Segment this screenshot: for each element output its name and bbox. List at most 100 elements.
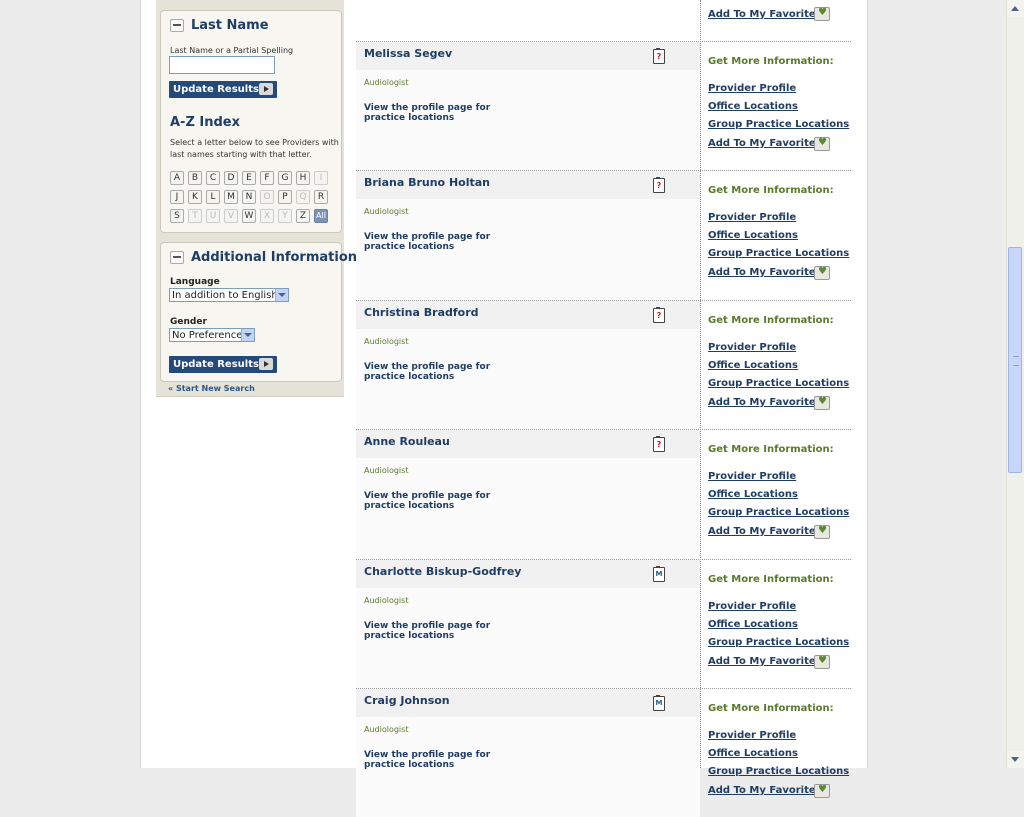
clipboard-question-icon[interactable]: ?: [653, 307, 665, 323]
az-letter-g[interactable]: G: [278, 171, 292, 185]
get-more-info-heading: Get More Information:: [708, 574, 834, 585]
provider-name[interactable]: Charlotte Biskup-Godfrey: [364, 565, 521, 578]
get-more-info-heading: Get More Information:: [708, 56, 834, 67]
clipboard-question-icon[interactable]: ?: [653, 436, 665, 452]
az-letter-c[interactable]: C: [206, 171, 220, 185]
provider-profile-link[interactable]: Provider Profile: [708, 601, 796, 612]
az-letter-e[interactable]: E: [242, 171, 256, 185]
provider-name[interactable]: Briana Bruno Holtan: [364, 176, 490, 189]
add-favorites-link-previous[interactable]: Add To My Favorites: [708, 9, 822, 20]
add-to-favorites-link[interactable]: Add To My Favorites: [708, 656, 822, 667]
additional-info-title: Additional Information: [191, 250, 358, 265]
az-letter-d[interactable]: D: [224, 171, 238, 185]
add-to-favorites-link[interactable]: Add To My Favorites: [708, 138, 822, 149]
provider-name[interactable]: Melissa Segev: [364, 47, 452, 60]
heart-icon[interactable]: [814, 396, 830, 410]
az-letter-l[interactable]: L: [206, 190, 220, 204]
az-letter-h[interactable]: H: [296, 171, 310, 185]
az-letter-b[interactable]: B: [188, 171, 202, 185]
clipboard-question-icon[interactable]: ?: [653, 48, 665, 64]
az-letter-u[interactable]: U: [206, 209, 220, 223]
last-name-input[interactable]: [169, 56, 275, 74]
profile-page-note: View the profile page for practice locat…: [364, 232, 491, 252]
column-divider: [700, 0, 701, 768]
az-letter-q[interactable]: Q: [296, 190, 310, 204]
group-practice-locations-link[interactable]: Group Practice Locations: [708, 378, 849, 389]
collapse-additional-button[interactable]: [170, 251, 184, 264]
group-practice-locations-link[interactable]: Group Practice Locations: [708, 119, 849, 130]
gender-select[interactable]: No Preference: [169, 328, 255, 342]
az-letter-r[interactable]: R: [314, 190, 328, 204]
group-practice-locations-link[interactable]: Group Practice Locations: [708, 507, 849, 518]
provider-profile-link[interactable]: Provider Profile: [708, 730, 796, 741]
az-letter-k[interactable]: K: [188, 190, 202, 204]
provider-profile-link[interactable]: Provider Profile: [708, 212, 796, 223]
get-more-info-heading: Get More Information:: [708, 315, 834, 326]
office-locations-link[interactable]: Office Locations: [708, 619, 798, 630]
az-letter-s[interactable]: S: [170, 209, 184, 223]
heart-icon[interactable]: [814, 784, 830, 798]
profile-page-note: View the profile page for practice locat…: [364, 491, 491, 511]
vertical-scrollbar[interactable]: [1006, 0, 1024, 768]
az-letter-f[interactable]: F: [260, 171, 274, 185]
last-name-input-label: Last Name or a Partial Spelling: [170, 46, 294, 55]
collapse-last-name-button[interactable]: [170, 19, 184, 32]
az-letter-p[interactable]: P: [278, 190, 292, 204]
office-locations-link[interactable]: Office Locations: [708, 101, 798, 112]
language-label: Language: [170, 277, 220, 287]
clipboard-question-icon[interactable]: ?: [653, 177, 665, 193]
heart-icon[interactable]: [814, 137, 830, 151]
az-letter-w[interactable]: W: [242, 209, 256, 223]
az-letter-z[interactable]: Z: [296, 209, 310, 223]
scroll-down-button[interactable]: [1007, 751, 1024, 768]
heart-icon[interactable]: [814, 525, 830, 539]
get-more-info-heading: Get More Information:: [708, 444, 834, 455]
provider-profile-link[interactable]: Provider Profile: [708, 342, 796, 353]
add-to-favorites-link[interactable]: Add To My Favorites: [708, 526, 822, 537]
provider-name[interactable]: Anne Rouleau: [364, 435, 450, 448]
az-letter-i[interactable]: I: [314, 171, 328, 185]
az-letter-n[interactable]: N: [242, 190, 256, 204]
provider-specialty: Audiologist: [364, 596, 409, 605]
provider-profile-link[interactable]: Provider Profile: [708, 83, 796, 94]
group-practice-locations-link[interactable]: Group Practice Locations: [708, 637, 849, 648]
provider-name[interactable]: Christina Bradford: [364, 306, 479, 319]
start-new-search-link[interactable]: « Start New Search: [168, 384, 255, 393]
office-locations-link[interactable]: Office Locations: [708, 360, 798, 371]
az-letter-j[interactable]: J: [170, 190, 184, 204]
update-results-button[interactable]: Update Results: [169, 81, 277, 98]
az-letter-v[interactable]: V: [224, 209, 238, 223]
scroll-thumb[interactable]: [1008, 247, 1022, 473]
az-letter-x[interactable]: X: [260, 209, 274, 223]
az-letter-m[interactable]: M: [224, 190, 238, 204]
az-letter-y[interactable]: Y: [278, 209, 292, 223]
update-results-button-2[interactable]: Update Results: [169, 356, 277, 373]
group-practice-locations-link[interactable]: Group Practice Locations: [708, 248, 849, 259]
office-locations-link[interactable]: Office Locations: [708, 748, 798, 759]
az-letter-o[interactable]: O: [260, 190, 274, 204]
add-to-favorites-link[interactable]: Add To My Favorites: [708, 397, 822, 408]
heart-icon[interactable]: [814, 266, 830, 280]
profile-page-note: View the profile page for practice locat…: [364, 750, 491, 770]
office-locations-link[interactable]: Office Locations: [708, 489, 798, 500]
add-to-favorites-link[interactable]: Add To My Favorites: [708, 267, 822, 278]
language-select[interactable]: In addition to English: [169, 288, 289, 302]
az-letter-t[interactable]: T: [188, 209, 202, 223]
language-select-value: In addition to English: [172, 290, 278, 301]
office-locations-link[interactable]: Office Locations: [708, 230, 798, 241]
add-to-favorites-link[interactable]: Add To My Favorites: [708, 785, 822, 796]
profile-page-note: View the profile page for practice locat…: [364, 362, 491, 382]
get-more-info-heading: Get More Information:: [708, 703, 834, 714]
last-name-panel: Last Name Last Name or a Partial Spellin…: [160, 10, 342, 233]
clipboard-m-icon[interactable]: M: [653, 695, 665, 711]
scroll-up-button[interactable]: [1007, 0, 1024, 17]
gender-label: Gender: [170, 317, 207, 327]
az-index-description: Select a letter below to see Providers w…: [170, 138, 339, 159]
az-letter-all[interactable]: All: [314, 209, 328, 223]
provider-name[interactable]: Craig Johnson: [364, 694, 450, 707]
clipboard-m-icon[interactable]: M: [653, 566, 665, 582]
heart-icon[interactable]: [814, 7, 830, 21]
provider-profile-link[interactable]: Provider Profile: [708, 471, 796, 482]
az-letter-a[interactable]: A: [170, 171, 184, 185]
heart-icon[interactable]: [814, 655, 830, 669]
